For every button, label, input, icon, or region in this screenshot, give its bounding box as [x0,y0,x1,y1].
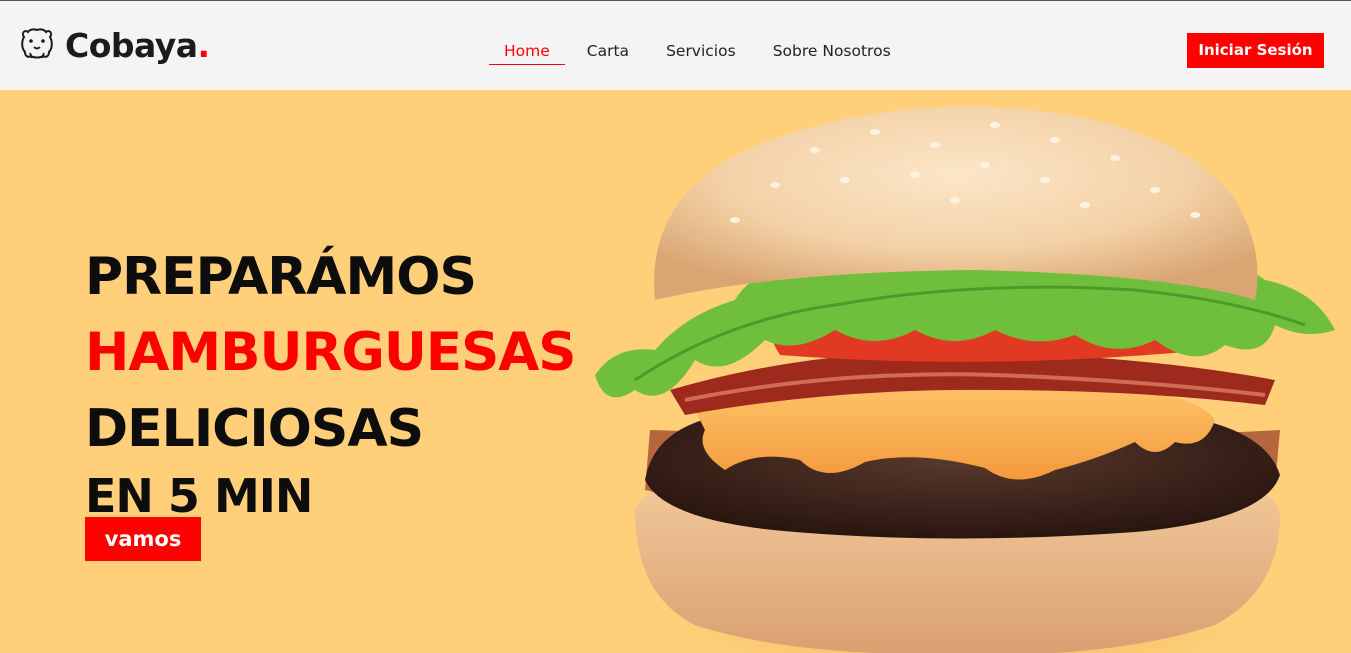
hero-headline: PREPARÁMOS HAMBURGUESAS DELICIOSAS EN 5 … [85,239,576,523]
nav-item-servicios[interactable]: Servicios [666,37,736,65]
nav-item-carta[interactable]: Carta [587,37,629,65]
nav-item-home[interactable]: Home [489,37,565,65]
vamos-button[interactable]: vamos [85,517,201,561]
hero-line-1: PREPARÁMOS [85,247,477,307]
hero-section: PREPARÁMOS HAMBURGUESAS DELICIOSAS EN 5 … [0,90,1351,653]
main-nav: Home Carta Servicios Sobre Nosotros [489,37,928,67]
hero-line-4: EN 5 MIN [85,469,313,523]
hamburger-photo [595,106,1335,653]
brand-logo[interactable]: Cobaya. [18,23,210,67]
brand-dot: . [197,25,211,65]
login-button[interactable]: Iniciar Sesión [1187,33,1324,68]
hero-line-3: DELICIOSAS [85,399,424,459]
nav-item-sobre-nosotros[interactable]: Sobre Nosotros [773,37,891,65]
brand-name: Cobaya [65,25,198,65]
guinea-pig-icon [18,25,56,65]
hero-line-2: HAMBURGUESAS [85,322,576,383]
site-header: Cobaya. Home Carta Servicios Sobre Nosot… [0,1,1351,90]
